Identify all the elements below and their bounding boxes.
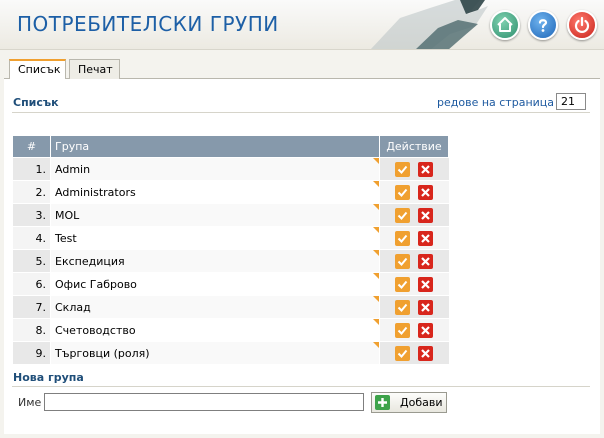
corner-marker-icon xyxy=(373,342,379,348)
row-number: 2. xyxy=(12,180,51,204)
table-row: 9. Търговци (роля) xyxy=(12,341,449,365)
row-number: 6. xyxy=(12,272,51,296)
tab-print[interactable]: Печат xyxy=(69,59,120,79)
column-header-action: Действие xyxy=(379,135,449,158)
corner-marker-icon xyxy=(373,204,379,210)
column-header-group[interactable]: Група xyxy=(50,135,380,158)
row-number: 4. xyxy=(12,226,51,250)
edit-icon[interactable] xyxy=(395,253,411,269)
edit-icon[interactable] xyxy=(395,161,411,177)
delete-icon[interactable] xyxy=(418,161,434,177)
group-name-text: MOL xyxy=(55,208,80,222)
group-name[interactable]: MOL xyxy=(50,203,380,227)
rows-per-page-label: редове на страница » xyxy=(437,96,564,109)
row-actions xyxy=(379,157,449,181)
logout-button[interactable] xyxy=(567,10,597,40)
group-name[interactable]: Експедиция xyxy=(50,249,380,273)
edit-icon[interactable] xyxy=(395,299,411,315)
corner-marker-icon xyxy=(373,296,379,302)
groups-table: # Група Действие 1. Admin 2. Administrators… xyxy=(12,135,449,365)
row-number: 7. xyxy=(12,295,51,319)
table-row: 7. Склад xyxy=(12,295,449,319)
group-name[interactable]: Admin xyxy=(50,157,380,181)
new-group-divider xyxy=(12,386,590,387)
corner-marker-icon xyxy=(373,319,379,325)
group-name-text: Търговци (роля) xyxy=(55,346,150,360)
group-name[interactable]: Търговци (роля) xyxy=(50,341,380,365)
rows-per-page-input[interactable] xyxy=(556,93,586,110)
edit-icon[interactable] xyxy=(395,345,411,361)
group-name-text: Test xyxy=(55,231,77,245)
help-button[interactable] xyxy=(528,10,558,40)
table-row: 8. Счетоводство xyxy=(12,318,449,342)
list-divider xyxy=(12,112,590,113)
group-name[interactable]: Счетоводство xyxy=(50,318,380,342)
delete-icon[interactable] xyxy=(418,345,434,361)
tab-list[interactable]: Списък xyxy=(9,59,66,79)
new-group-title: Нова група xyxy=(13,371,84,384)
power-icon xyxy=(574,16,590,33)
delete-icon[interactable] xyxy=(418,299,434,315)
edit-icon[interactable] xyxy=(395,230,411,246)
table-row: 6. Офис Габрово xyxy=(12,272,449,296)
group-name[interactable]: Test xyxy=(50,226,380,250)
add-group-button[interactable]: Добави xyxy=(371,392,447,413)
table-row: 1. Admin xyxy=(12,157,449,181)
row-number: 8. xyxy=(12,318,51,342)
group-name[interactable]: Administrators xyxy=(50,180,380,204)
bird-logo xyxy=(370,0,488,49)
group-name[interactable]: Офис Габрово xyxy=(50,272,380,296)
rows-per-page-text: редове на страница xyxy=(437,96,555,109)
delete-icon[interactable] xyxy=(418,276,434,292)
delete-icon[interactable] xyxy=(418,253,434,269)
page-title: ПОТРЕБИТЕЛСКИ ГРУПИ xyxy=(17,12,279,36)
group-name-text: Склад xyxy=(55,300,91,314)
row-actions xyxy=(379,272,449,296)
edit-icon[interactable] xyxy=(395,207,411,223)
table-row: 4. Test xyxy=(12,226,449,250)
edit-icon[interactable] xyxy=(395,184,411,200)
delete-icon[interactable] xyxy=(418,184,434,200)
row-number: 5. xyxy=(12,249,51,273)
table-row: 2. Administrators xyxy=(12,180,449,204)
plus-icon xyxy=(375,395,390,410)
group-name-input[interactable] xyxy=(44,393,364,411)
name-label: Име xyxy=(18,396,42,409)
edit-icon[interactable] xyxy=(395,322,411,338)
table-row: 5. Експедиция xyxy=(12,249,449,273)
corner-marker-icon xyxy=(373,273,379,279)
row-actions xyxy=(379,341,449,365)
group-name-text: Експедиция xyxy=(55,254,125,268)
row-actions xyxy=(379,318,449,342)
corner-marker-icon xyxy=(373,250,379,256)
help-icon xyxy=(538,19,548,32)
row-actions xyxy=(379,203,449,227)
row-actions xyxy=(379,226,449,250)
home-icon xyxy=(497,17,513,32)
home-button[interactable] xyxy=(490,10,520,40)
app-header: ПОТРЕБИТЕЛСКИ ГРУПИ xyxy=(0,0,604,50)
row-number: 1. xyxy=(12,157,51,181)
row-number: 9. xyxy=(12,341,51,365)
corner-marker-icon xyxy=(373,158,379,164)
row-actions xyxy=(379,180,449,204)
corner-marker-icon xyxy=(373,227,379,233)
group-name-text: Офис Габрово xyxy=(55,277,137,291)
group-name-text: Administrators xyxy=(55,185,136,199)
row-actions xyxy=(379,295,449,319)
group-name[interactable]: Склад xyxy=(50,295,380,319)
table-row: 3. MOL xyxy=(12,203,449,227)
row-number: 3. xyxy=(12,203,51,227)
row-actions xyxy=(379,249,449,273)
delete-icon[interactable] xyxy=(418,322,434,338)
group-name-text: Счетоводство xyxy=(55,323,136,337)
corner-marker-icon xyxy=(373,181,379,187)
add-button-label: Добави xyxy=(400,396,443,409)
group-name-text: Admin xyxy=(55,162,91,176)
delete-icon[interactable] xyxy=(418,230,434,246)
edit-icon[interactable] xyxy=(395,276,411,292)
column-header-number: # xyxy=(12,135,51,158)
list-section-title: Списък xyxy=(13,96,59,109)
delete-icon[interactable] xyxy=(418,207,434,223)
